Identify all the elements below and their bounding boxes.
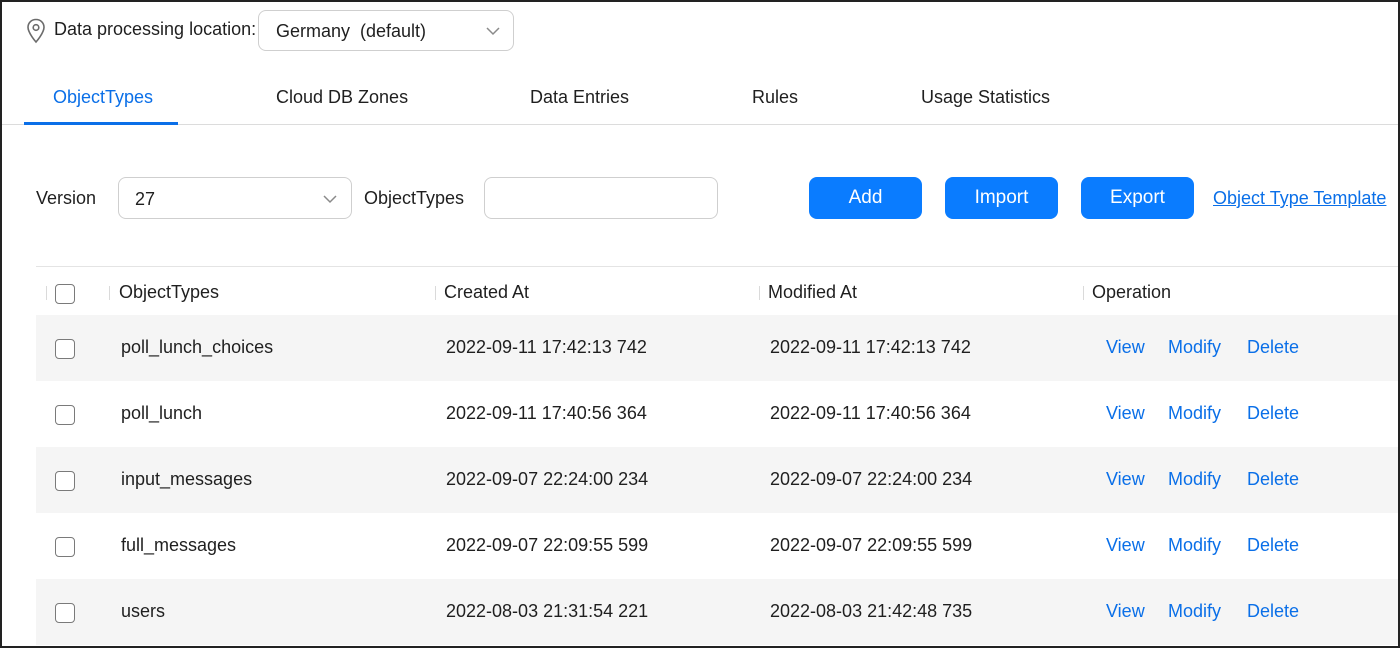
view-link[interactable]: View	[1106, 601, 1145, 622]
objecttypes-table: ObjectTypes Created At Modified At Opera…	[36, 266, 1398, 645]
column-separator	[435, 286, 436, 300]
view-link[interactable]: View	[1106, 337, 1145, 358]
table-row: users 2022-08-03 21:31:54 221 2022-08-03…	[36, 579, 1398, 645]
object-type-template-link[interactable]: Object Type Template	[1213, 188, 1386, 209]
delete-link[interactable]: Delete	[1247, 337, 1299, 358]
modify-link[interactable]: Modify	[1168, 469, 1221, 490]
created-at-value: 2022-09-11 17:40:56 364	[446, 403, 647, 423]
objecttype-name: input_messages	[121, 469, 253, 489]
objecttype-name: full_messages	[121, 535, 237, 555]
location-label: Data processing location:	[54, 19, 257, 39]
location-selected-value: Germany (default)	[276, 21, 427, 41]
column-separator	[1083, 286, 1084, 300]
row-checkbox[interactable]	[55, 471, 75, 491]
row-checkbox[interactable]	[55, 339, 75, 359]
modify-link[interactable]: Modify	[1168, 601, 1221, 622]
export-button[interactable]: Export	[1081, 177, 1194, 219]
objecttype-name: poll_lunch	[121, 403, 203, 423]
row-checkbox[interactable]	[55, 537, 75, 557]
row-checkbox[interactable]	[55, 603, 75, 623]
tab-usage-statistics[interactable]: Usage Statistics	[921, 87, 1050, 108]
header-modified-at[interactable]: Modified At	[768, 282, 857, 303]
delete-link[interactable]: Delete	[1247, 601, 1299, 622]
header-operation: Operation	[1092, 282, 1172, 302]
view-link[interactable]: View	[1106, 469, 1145, 490]
tab-data-entries[interactable]: Data Entries	[530, 87, 629, 108]
table-row: input_messages 2022-09-07 22:24:00 234 2…	[36, 447, 1398, 513]
objecttypes-filter-label: ObjectTypes	[364, 188, 465, 208]
view-link[interactable]: View	[1106, 535, 1145, 556]
objecttype-name: users	[121, 601, 166, 621]
tab-cloud-db-zones[interactable]: Cloud DB Zones	[276, 87, 408, 108]
delete-link[interactable]: Delete	[1247, 535, 1299, 556]
delete-link[interactable]: Delete	[1247, 469, 1299, 490]
modify-link[interactable]: Modify	[1168, 337, 1221, 358]
column-separator	[46, 286, 47, 300]
objecttypes-search-input[interactable]	[484, 177, 718, 219]
objecttype-name: poll_lunch_choices	[121, 337, 274, 357]
tab-bar: ObjectTypes Cloud DB Zones Data Entries …	[2, 72, 1398, 125]
created-at-value: 2022-09-07 22:24:00 234	[446, 469, 649, 489]
add-button[interactable]: Add	[809, 177, 922, 219]
created-at-value: 2022-08-03 21:31:54 221	[446, 601, 649, 621]
select-all-checkbox[interactable]	[55, 284, 75, 304]
row-checkbox[interactable]	[55, 405, 75, 425]
modify-link[interactable]: Modify	[1168, 403, 1221, 424]
chevron-down-icon	[486, 27, 500, 36]
tab-rules[interactable]: Rules	[752, 87, 798, 108]
delete-link[interactable]: Delete	[1247, 403, 1299, 424]
active-tab-indicator	[24, 122, 178, 125]
view-link[interactable]: View	[1106, 403, 1145, 424]
modify-link[interactable]: Modify	[1168, 535, 1221, 556]
version-select[interactable]: 27	[118, 177, 352, 219]
version-label: Version	[36, 188, 97, 208]
tab-objecttypes[interactable]: ObjectTypes	[53, 87, 153, 108]
table-row: poll_lunch 2022-09-11 17:40:56 364 2022-…	[36, 381, 1398, 447]
modified-at-value: 2022-09-07 22:24:00 234	[770, 469, 973, 489]
chevron-down-icon	[323, 195, 337, 204]
created-at-value: 2022-09-07 22:09:55 599	[446, 535, 649, 555]
table-header: ObjectTypes Created At Modified At Opera…	[36, 266, 1398, 315]
column-separator	[109, 286, 110, 300]
import-button[interactable]: Import	[945, 177, 1058, 219]
header-created-at[interactable]: Created At	[444, 282, 529, 303]
created-at-value: 2022-09-11 17:42:13 742	[446, 337, 647, 357]
location-select[interactable]: Germany (default)	[258, 10, 514, 51]
table-row: poll_lunch_choices 2022-09-11 17:42:13 7…	[36, 315, 1398, 381]
version-selected-value: 27	[135, 189, 156, 209]
modified-at-value: 2022-09-11 17:40:56 364	[770, 403, 971, 423]
app-window: Data processing location: Germany (defau…	[0, 0, 1400, 648]
modified-at-value: 2022-08-03 21:42:48 735	[770, 601, 973, 621]
table-row: full_messages 2022-09-07 22:09:55 599 20…	[36, 513, 1398, 579]
header-objecttypes[interactable]: ObjectTypes	[119, 282, 219, 303]
modified-at-value: 2022-09-07 22:09:55 599	[770, 535, 973, 555]
column-separator	[759, 286, 760, 300]
location-pin-icon	[27, 18, 45, 44]
modified-at-value: 2022-09-11 17:42:13 742	[770, 337, 971, 357]
